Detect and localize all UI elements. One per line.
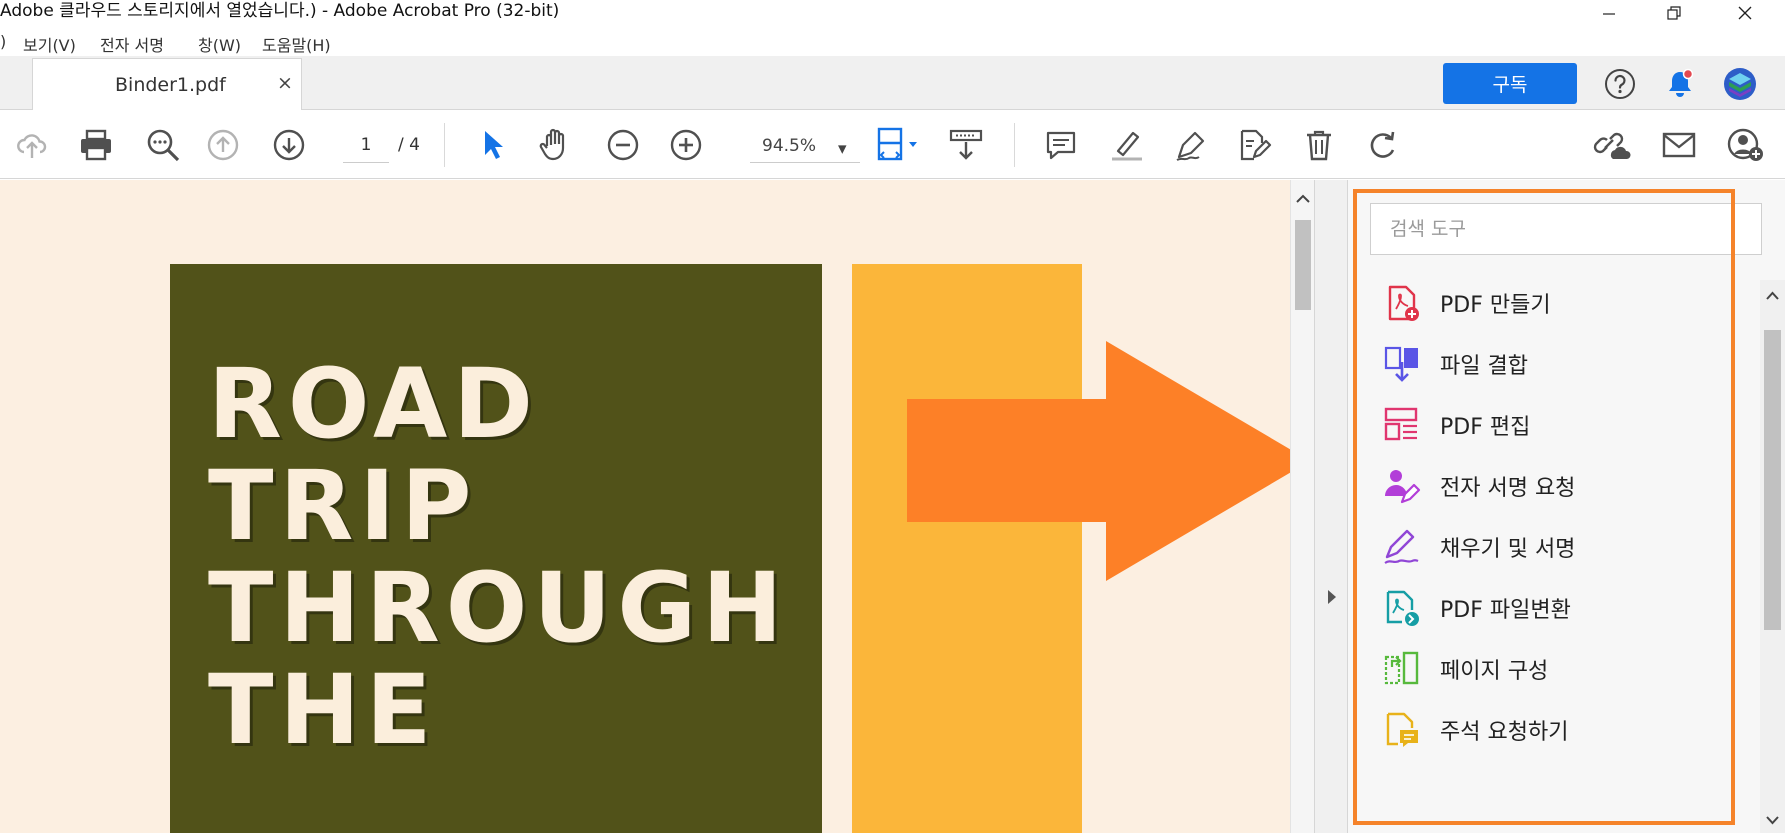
toolbar-divider	[444, 123, 445, 167]
hand-tool-icon[interactable]	[536, 125, 576, 165]
zoom-out-icon[interactable]	[603, 125, 643, 165]
upload-cloud-icon[interactable]	[12, 125, 52, 165]
add-user-icon[interactable]	[1726, 125, 1766, 165]
sign-pen-icon[interactable]	[1171, 125, 1211, 165]
scroll-down-icon	[1766, 816, 1779, 825]
help-icon[interactable]	[1600, 64, 1640, 104]
scrollbar-thumb[interactable]	[1764, 330, 1781, 630]
tab-bar: Binder1.pdf × 구독	[0, 56, 1785, 110]
avatar[interactable]	[1720, 64, 1760, 104]
menu-item-window[interactable]: 창(W)	[198, 32, 241, 56]
next-page-icon[interactable]	[269, 125, 309, 165]
menu-bar: ) 보기(V) 전자 서명 창(W) 도움말(H)	[0, 28, 1785, 56]
chevron-down-icon: ▾	[838, 139, 847, 159]
comment-icon[interactable]	[1041, 125, 1081, 165]
zoom-search-icon[interactable]	[143, 125, 183, 165]
email-icon[interactable]	[1659, 125, 1699, 165]
zoom-select[interactable]: 94.5% ▾	[750, 127, 860, 163]
title-bar: Adobe 클라우드 스토리지에서 열었습니다.) - Adobe Acroba…	[0, 0, 1785, 26]
menu-item-edit[interactable]: )	[0, 32, 6, 51]
zoom-value: 94.5%	[762, 136, 817, 156]
tab-label: Binder1.pdf	[115, 74, 226, 96]
expand-pane-icon[interactable]	[1315, 585, 1349, 609]
page-total: / 4	[398, 135, 420, 155]
minimize-button[interactable]	[1586, 0, 1632, 26]
scroll-up-icon	[1296, 194, 1310, 203]
restore-button[interactable]	[1651, 0, 1697, 26]
edit-document-icon[interactable]	[1234, 125, 1274, 165]
menu-item-esign[interactable]: 전자 서명	[100, 32, 164, 56]
window-title: Adobe 클라우드 스토리지에서 열었습니다.) - Adobe Acroba…	[0, 1, 560, 21]
subscribe-button[interactable]: 구독	[1443, 63, 1577, 104]
tab-binder1[interactable]: Binder1.pdf ×	[32, 58, 302, 110]
print-icon[interactable]	[76, 125, 116, 165]
page-number-input[interactable]: 1	[343, 127, 389, 163]
toolbar-divider	[1014, 123, 1015, 167]
toolbar: 1 / 4 94.5% ▾	[0, 111, 1785, 179]
rotate-icon[interactable]	[1364, 125, 1404, 165]
tools-highlight-frame	[1353, 189, 1735, 825]
pane-splitter[interactable]	[1314, 180, 1348, 833]
scrollbar-thumb[interactable]	[1295, 220, 1311, 310]
scroll-up-icon	[1766, 291, 1779, 300]
tools-pane-scrollbar[interactable]	[1760, 280, 1785, 833]
share-link-icon[interactable]	[1592, 125, 1632, 165]
minimize-icon	[1603, 13, 1615, 15]
select-cursor-icon[interactable]	[472, 125, 512, 165]
orange-arrow-annotation	[907, 341, 1290, 581]
document-scrollbar[interactable]	[1290, 180, 1314, 833]
menu-item-view[interactable]: 보기(V)	[23, 32, 76, 56]
restore-icon	[1667, 6, 1681, 20]
close-window-button[interactable]	[1722, 0, 1768, 26]
previous-page-icon[interactable]	[203, 125, 243, 165]
document-view[interactable]: ROAD TRIP THROUGH THE	[0, 180, 1290, 833]
close-icon	[1738, 6, 1752, 20]
fit-page-icon[interactable]	[870, 125, 926, 165]
trash-icon[interactable]	[1299, 125, 1339, 165]
scroll-mode-icon[interactable]	[946, 125, 986, 165]
menu-item-help[interactable]: 도움말(H)	[262, 32, 331, 56]
highlight-pen-icon[interactable]	[1107, 125, 1147, 165]
zoom-in-icon[interactable]	[666, 125, 706, 165]
tab-close-button[interactable]: ×	[277, 72, 293, 94]
notification-bell-icon[interactable]	[1660, 64, 1700, 104]
